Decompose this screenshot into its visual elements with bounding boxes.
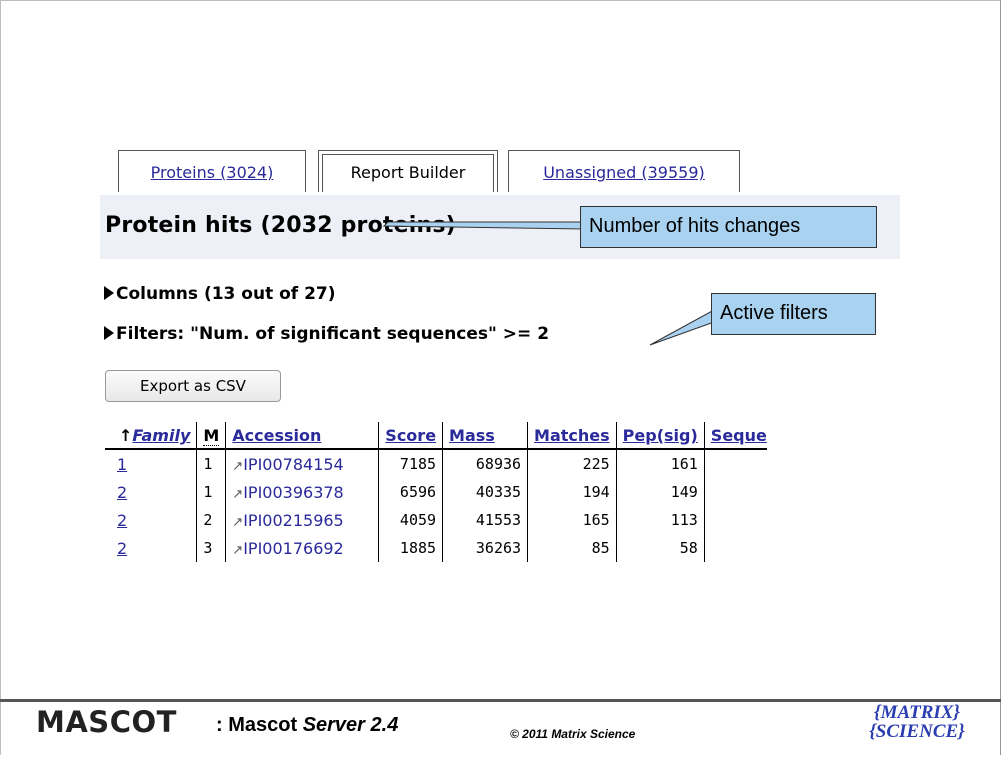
- accession-cell: ↗IPI00176692: [225, 534, 379, 562]
- mass-cell: 41553: [442, 506, 528, 534]
- callout-filters: Active filters: [711, 293, 876, 335]
- m-cell: 3: [196, 534, 226, 562]
- mass-cell: 68936: [442, 449, 528, 478]
- col-family-header[interactable]: ↑Family: [105, 422, 197, 450]
- sort-score-link[interactable]: Score: [385, 426, 436, 445]
- mass-cell: 40335: [442, 478, 528, 506]
- copyright: © 2011 Matrix Science: [510, 727, 636, 741]
- table-row: 2 3 ↗IPI00176692 1885 36263 85 58: [105, 534, 767, 562]
- matches-cell: 225: [527, 449, 617, 478]
- m-cell: 1: [196, 478, 226, 506]
- sequence-cell: [703, 506, 767, 534]
- callout-hits-pointer: [382, 221, 585, 230]
- pep-sig-cell: 161: [615, 449, 705, 478]
- accession-cell: ↗IPI00215965: [225, 506, 379, 534]
- sort-up-arrow-icon: ↑: [119, 426, 133, 445]
- sequence-cell: [703, 534, 767, 562]
- score-cell: 1885: [378, 534, 443, 562]
- col-score-header[interactable]: Score: [378, 422, 443, 450]
- mascot-logo: MASCOT: [36, 705, 177, 739]
- score-cell: 7185: [378, 449, 443, 478]
- col-m-label: M: [203, 426, 220, 446]
- columns-toggle[interactable]: Columns (13 out of 27): [104, 284, 336, 304]
- matches-cell: 85: [527, 534, 617, 562]
- callout-filters-pointer: [649, 309, 715, 346]
- sort-sequence-link[interactable]: Seque: [711, 426, 767, 445]
- export-csv-button[interactable]: Export as CSV: [105, 370, 281, 402]
- product-name: : Mascot Server 2.4: [216, 714, 398, 737]
- accession-value: IPI00784154: [243, 454, 344, 474]
- protein-hits-table: ↑Family M Accession Score Mass Matches P…: [105, 422, 767, 562]
- sort-family-link[interactable]: Family: [132, 426, 190, 445]
- filters-toggle[interactable]: Filters: "Num. of significant sequences"…: [104, 324, 549, 344]
- callout-hits: Number of hits changes: [580, 206, 877, 248]
- col-sequence-header[interactable]: Seque: [703, 422, 767, 450]
- m-cell: 2: [196, 506, 226, 534]
- accession-link[interactable]: ↗IPI00396378: [232, 483, 343, 502]
- filters-toggle-label: Filters: "Num. of significant sequences"…: [116, 324, 550, 344]
- columns-toggle-label: Columns (13 out of 27): [116, 284, 336, 304]
- external-link-icon: ↗: [232, 486, 244, 502]
- col-accession-header[interactable]: Accession: [225, 422, 379, 450]
- matrix-science-logo: {MATRIX} {SCIENCE}: [858, 703, 976, 751]
- accession-value: IPI00215965: [243, 510, 344, 530]
- mass-cell: 36263: [442, 534, 528, 562]
- accession-link[interactable]: ↗IPI00215965: [232, 511, 343, 530]
- accession-link[interactable]: ↗IPI00784154: [232, 455, 343, 474]
- score-cell: 6596: [378, 478, 443, 506]
- accession-cell: ↗IPI00784154: [225, 449, 379, 478]
- external-link-icon: ↗: [232, 458, 244, 474]
- accession-value: IPI00176692: [243, 538, 344, 558]
- family-cell: 1: [105, 449, 197, 478]
- sort-pep-sig-link[interactable]: Pep(sig): [623, 426, 698, 445]
- expand-triangle-icon: [104, 286, 114, 300]
- m-cell: 1: [196, 449, 226, 478]
- family-link[interactable]: 1: [117, 455, 127, 474]
- accession-cell: ↗IPI00396378: [225, 478, 379, 506]
- score-cell: 4059: [378, 506, 443, 534]
- family-link[interactable]: 2: [117, 511, 127, 530]
- footer-rule: [0, 699, 1001, 702]
- external-link-icon: ↗: [232, 542, 244, 558]
- pep-sig-cell: 58: [615, 534, 705, 562]
- sequence-cell: [703, 478, 767, 506]
- matches-cell: 194: [527, 478, 617, 506]
- col-m-header: M: [196, 422, 226, 450]
- table-row: 2 2 ↗IPI00215965 4059 41553 165 113: [105, 506, 767, 534]
- sequence-cell: [703, 449, 767, 478]
- sort-mass-link[interactable]: Mass: [449, 426, 495, 445]
- col-matches-header[interactable]: Matches: [527, 422, 617, 450]
- col-mass-header[interactable]: Mass: [442, 422, 528, 450]
- family-link[interactable]: 2: [117, 539, 127, 558]
- logo-line-science: {SCIENCE}: [869, 721, 965, 742]
- family-cell: 2: [105, 478, 197, 506]
- col-pep-sig-header[interactable]: Pep(sig): [615, 422, 705, 450]
- family-link[interactable]: 2: [117, 483, 127, 502]
- sort-accession-link[interactable]: Accession: [232, 426, 321, 445]
- sort-matches-link[interactable]: Matches: [534, 426, 610, 445]
- family-cell: 2: [105, 534, 197, 562]
- family-cell: 2: [105, 506, 197, 534]
- accession-link[interactable]: ↗IPI00176692: [232, 539, 343, 558]
- product-version: Server 2.4: [302, 714, 399, 736]
- pep-sig-cell: 149: [615, 478, 705, 506]
- accession-value: IPI00396378: [243, 482, 344, 502]
- table-row: 2 1 ↗IPI00396378 6596 40335 194 149: [105, 478, 767, 506]
- table-row: 1 1 ↗IPI00784154 7185 68936 225 161: [105, 449, 767, 478]
- table-header-row: ↑Family M Accession Score Mass Matches P…: [105, 422, 767, 450]
- pep-sig-cell: 113: [615, 506, 705, 534]
- product-prefix: : Mascot: [216, 714, 303, 736]
- expand-triangle-icon: [104, 326, 114, 340]
- matches-cell: 165: [527, 506, 617, 534]
- external-link-icon: ↗: [232, 514, 244, 530]
- logo-line-matrix: {MATRIX}: [873, 702, 961, 723]
